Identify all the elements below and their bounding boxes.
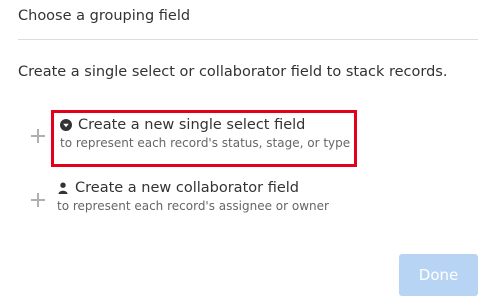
done-button[interactable]: Done xyxy=(399,254,478,296)
option-title: Create a new single select field xyxy=(78,117,306,133)
create-single-select-option[interactable]: Create a new single select field to repr… xyxy=(51,110,357,167)
option-title-row: Create a new collaborator field xyxy=(57,180,363,196)
option-subtitle: to represent each record's assignee or o… xyxy=(57,199,329,213)
plus-icon xyxy=(31,129,45,143)
person-icon xyxy=(57,182,69,194)
option-subtitle: to represent each record's status, stage… xyxy=(60,136,351,150)
option-title-row: Create a new single select field xyxy=(60,117,348,133)
single-select-icon xyxy=(60,119,72,131)
dialog-description: Create a single select or collaborator f… xyxy=(18,64,448,80)
dialog-title: Choose a grouping field xyxy=(18,8,191,24)
plus-icon xyxy=(31,193,45,207)
divider xyxy=(18,39,478,40)
option-title: Create a new collaborator field xyxy=(75,180,299,196)
create-collaborator-option[interactable]: Create a new collaborator field to repre… xyxy=(57,180,363,224)
